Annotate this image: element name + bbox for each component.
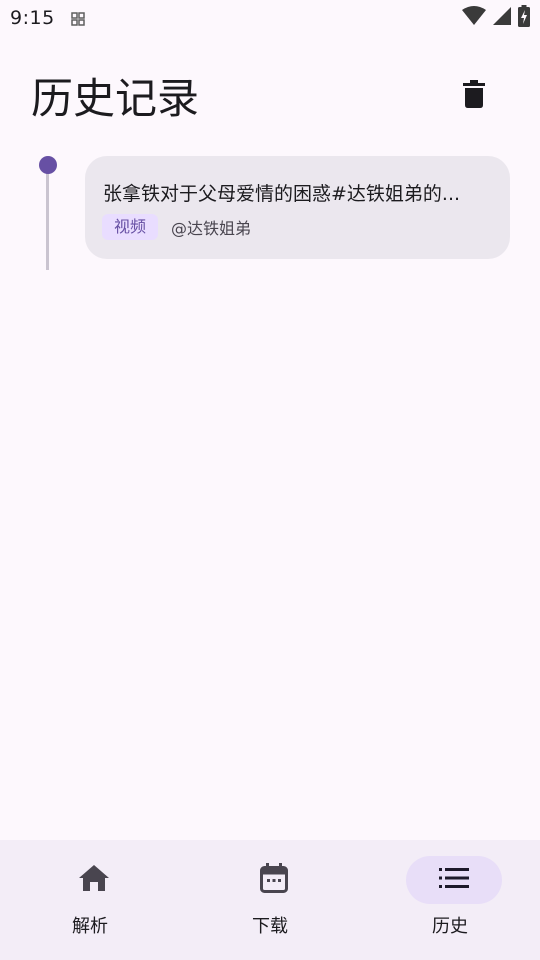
cell-signal-icon [492, 6, 512, 30]
wifi-icon [462, 6, 486, 30]
delete-history-button[interactable] [450, 72, 498, 120]
nav-item-history[interactable]: 历史 [360, 840, 540, 960]
bottom-nav: 解析 下载 历史 [0, 840, 540, 960]
list-icon [439, 868, 469, 892]
home-icon [79, 865, 109, 895]
app-notification-icon [71, 11, 85, 26]
history-item-title: 张拿铁对于父母爱情的困惑#达铁姐弟的... [103, 183, 461, 205]
timeline-line [46, 172, 49, 270]
status-time: 9:15 [10, 7, 55, 29]
history-item-meta: 视频 @达铁姐弟 [102, 214, 251, 240]
history-item-author: @达铁姐弟 [171, 219, 252, 238]
page-title: 历史记录 [31, 74, 200, 123]
nav-item-download[interactable]: 下载 [180, 840, 360, 960]
trash-icon [463, 80, 485, 112]
nav-item-parse[interactable]: 解析 [0, 840, 180, 960]
battery-charging-icon [518, 5, 530, 31]
nav-label: 下载 [252, 916, 288, 937]
type-badge: 视频 [102, 214, 159, 240]
history-item[interactable]: 张拿铁对于父母爱情的困惑#达铁姐弟的... 视频 @达铁姐弟 [85, 156, 510, 259]
nav-indicator [46, 856, 142, 904]
calendar-icon [260, 863, 288, 897]
timeline-dot [39, 156, 57, 174]
nav-label: 解析 [72, 916, 108, 937]
status-bar: 9:15 [0, 0, 540, 36]
screen: 9:15 历史记录 张拿铁对于父母爱情的困惑#达铁姐弟的... 视频 @达铁姐弟… [0, 0, 540, 960]
nav-label: 历史 [432, 916, 468, 937]
status-icons [462, 5, 530, 31]
nav-indicator [226, 856, 322, 904]
nav-indicator-active [406, 856, 502, 904]
